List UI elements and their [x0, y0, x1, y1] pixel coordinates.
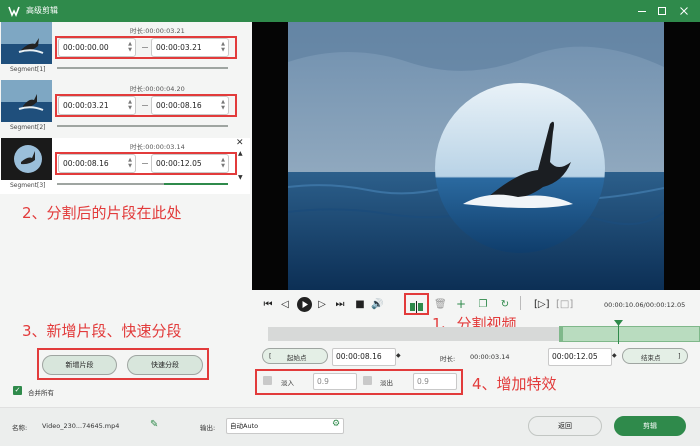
back-button[interactable]: 返回	[528, 416, 602, 436]
time-display: 00:00:10.06/00:00:12.05	[604, 301, 686, 309]
segment-start-input[interactable]: 00:00:00.00 ▲ ▼	[58, 38, 136, 57]
end-label: 结束点	[641, 354, 661, 362]
next-frame-icon[interactable]: ▷	[316, 299, 328, 311]
start-label: 起始点	[287, 354, 307, 362]
spin-arrows-icon[interactable]: ▲ ▼	[221, 157, 225, 169]
fade-out-input[interactable]: 0.9	[413, 373, 457, 390]
segment-duration: 时长:00:00:03.21	[130, 27, 185, 35]
segment-thumbnail	[1, 138, 52, 180]
merge-all-label: 合并所有	[28, 389, 54, 397]
annotation-4: 4、增加特效	[472, 375, 557, 393]
segment-end-input[interactable]: 00:00:12.05 ▲ ▼	[151, 154, 229, 173]
segment-list-panel: Segment[1] 时长:00:00:03.21 00:00:00.00 ▲ ▼ …	[0, 22, 250, 407]
segment-end-input[interactable]: 00:00:08.16 ▲ ▼	[151, 96, 229, 115]
file-name: Video_230...74645.mp4	[42, 422, 120, 430]
skip-start-icon[interactable]: ⏮	[262, 299, 274, 311]
edit-icon[interactable]: ✎	[150, 419, 158, 430]
spin-arrows-icon[interactable]: ▲ ▼	[221, 99, 225, 111]
segment-progress-bar	[57, 67, 228, 69]
play-button[interactable]	[297, 297, 312, 312]
title-bar: 高级剪辑	[0, 0, 700, 22]
output-select[interactable]: 自动Auto	[226, 418, 344, 434]
new-segment-button[interactable]: 新增片段	[42, 355, 117, 375]
spin-arrows-icon[interactable]: ◆	[396, 352, 401, 359]
segment-end-input[interactable]: 00:00:03.21 ▲ ▼	[151, 38, 229, 57]
footer-bar: 名称: Video_230...74645.mp4 ✎ 输出: 自动Auto ⚙…	[0, 407, 700, 446]
delete-icon[interactable]: 🗑	[434, 299, 447, 311]
reset-icon[interactable]: ↻	[499, 299, 511, 311]
close-window-icon[interactable]	[676, 3, 692, 19]
copy-icon[interactable]: ❐	[477, 299, 489, 311]
merge-all-checkbox[interactable]: ✓	[13, 386, 22, 395]
range-start-input[interactable]: 00:00:08.16	[332, 348, 396, 366]
spin-arrows-icon[interactable]: ▲ ▼	[128, 41, 132, 53]
segment-label: Segment[3]	[10, 182, 46, 189]
range-dash	[142, 47, 148, 48]
range-duration-value: 00:00:03.14	[470, 353, 510, 361]
divider	[520, 296, 521, 310]
fade-out-label: 淡出	[380, 379, 393, 387]
segment-row-active[interactable]: Segment[3] 时长:00:00:03.14 00:00:08.16 ▲ ▼ …	[0, 138, 250, 194]
segment-row[interactable]: Segment[1] 时长:00:00:03.21 00:00:00.00 ▲ ▼ …	[0, 22, 250, 78]
scroll-down-icon[interactable]: ▼	[238, 174, 243, 181]
range-dash	[142, 105, 148, 106]
segment-progress-bar-active	[164, 183, 228, 185]
range-end-input[interactable]: 00:00:12.05	[548, 348, 612, 366]
segment-progress-bar	[57, 183, 164, 185]
mark-out-icon[interactable]: [□]	[556, 299, 573, 311]
cut-button[interactable]: 剪辑	[614, 416, 686, 436]
segment-label: Segment[1]	[10, 66, 46, 73]
set-start-button[interactable]: [ 起始点	[262, 348, 328, 364]
segment-label: Segment[2]	[10, 124, 46, 131]
close-icon[interactable]: ✕	[236, 138, 244, 148]
scroll-up-icon[interactable]: ▲	[238, 150, 243, 157]
app-logo-icon	[8, 6, 20, 17]
split-icon[interactable]	[409, 298, 424, 313]
volume-icon[interactable]: 🔊	[371, 299, 383, 311]
fast-split-button[interactable]: 快速分段	[127, 355, 203, 375]
bracket-right-icon: ]	[678, 352, 681, 360]
video-preview[interactable]	[252, 22, 700, 290]
prev-frame-icon[interactable]: ◁	[279, 299, 291, 311]
output-label: 输出:	[200, 424, 216, 432]
fade-in-checkbox[interactable]	[263, 376, 272, 385]
timeline-handle-left[interactable]	[559, 327, 563, 341]
video-frame-image	[288, 22, 664, 290]
play-icon	[302, 301, 308, 308]
skip-end-icon[interactable]: ⏭	[334, 299, 346, 311]
fade-out-checkbox[interactable]	[363, 376, 372, 385]
spin-arrows-icon[interactable]: ◆	[612, 352, 617, 359]
spin-arrows-icon[interactable]: ▲ ▼	[128, 99, 132, 111]
segment-start-input[interactable]: 00:00:03.21 ▲ ▼	[58, 96, 136, 115]
set-end-button[interactable]: 结束点 ]	[622, 348, 688, 364]
segment-progress-bar	[57, 125, 228, 127]
minimize-icon[interactable]	[634, 3, 650, 19]
mark-in-icon[interactable]: [▷]	[534, 299, 550, 311]
segment-thumbnail	[1, 80, 52, 122]
range-dash	[142, 163, 148, 164]
window-title: 高级剪辑	[26, 6, 58, 15]
segment-start-input[interactable]: 00:00:08.16 ▲ ▼	[58, 154, 136, 173]
segment-duration: 时长:00:00:03.14	[130, 143, 185, 151]
bracket-left-icon: [	[269, 352, 272, 360]
fade-in-label: 淡入	[281, 379, 294, 387]
spin-arrows-icon[interactable]: ▲ ▼	[128, 157, 132, 169]
maximize-icon[interactable]	[654, 3, 670, 19]
spin-arrows-icon[interactable]: ▲ ▼	[221, 41, 225, 53]
annotation-3: 3、新增片段、快速分段	[22, 322, 182, 340]
segment-row[interactable]: Segment[2] 时长:00:00:04.20 00:00:03.21 ▲ ▼ …	[0, 80, 250, 136]
timeline-selection[interactable]	[559, 326, 700, 342]
segment-duration: 时长:00:00:04.20	[130, 85, 185, 93]
playhead[interactable]	[614, 320, 623, 344]
annotation-2: 2、分割后的片段在此处	[22, 204, 182, 222]
segment-thumbnail	[1, 22, 52, 64]
name-label: 名称:	[12, 424, 28, 432]
gear-icon[interactable]: ⚙	[332, 419, 340, 429]
add-icon[interactable]: +	[455, 298, 467, 310]
stop-icon[interactable]: ■	[354, 299, 366, 311]
range-duration: 时长:	[440, 355, 456, 363]
fade-in-input[interactable]: 0.9	[313, 373, 357, 390]
